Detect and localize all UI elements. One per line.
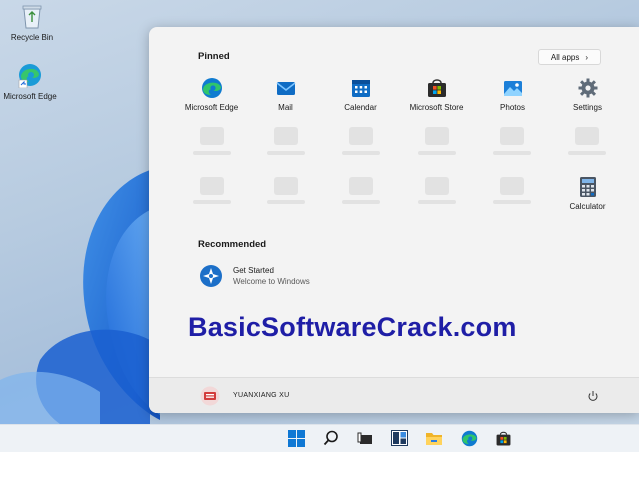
- pinned-app-label: Settings: [573, 103, 602, 112]
- pinned-app-photos[interactable]: Photos: [475, 77, 550, 121]
- store-icon: [427, 79, 446, 97]
- pinned-app-calendar[interactable]: Calendar: [323, 77, 398, 121]
- recycle-bin-icon: [22, 5, 42, 29]
- placeholder-tile: [274, 127, 298, 145]
- taskbar: [0, 424, 639, 452]
- pinned-app-label: Microsoft Store: [409, 103, 464, 112]
- edge-icon: [201, 78, 222, 98]
- placeholder-tile: [500, 127, 524, 145]
- taskbar-edge-button[interactable]: [458, 428, 480, 448]
- edge-icon: [461, 430, 477, 446]
- search-icon: [323, 430, 338, 446]
- placeholder-tile: [349, 127, 373, 145]
- all-apps-button[interactable]: All apps ›: [538, 49, 601, 65]
- placeholder-tile: [200, 127, 224, 145]
- gear-icon: [578, 78, 597, 98]
- placeholder-label: [342, 200, 380, 204]
- taskbar-store-button[interactable]: [492, 428, 514, 448]
- start-button[interactable]: [285, 428, 307, 448]
- placeholder-label: [418, 200, 456, 204]
- desktop-icon-label: Recycle Bin: [10, 33, 54, 42]
- placeholder-label: [418, 151, 456, 155]
- placeholder-label: [193, 200, 231, 204]
- placeholder-label: [493, 151, 531, 155]
- file-explorer-icon: [426, 433, 442, 445]
- placeholder-tile: [575, 127, 599, 145]
- desktop-icon-recycle-bin[interactable]: Recycle Bin: [4, 3, 60, 42]
- placeholder-tile: [349, 177, 373, 195]
- pinned-app-mail[interactable]: Mail: [248, 77, 323, 121]
- watermark-text: BasicSoftwareCrack.com: [188, 312, 517, 342]
- pinned-app-label: Photos: [500, 103, 525, 112]
- pinned-app-edge[interactable]: Microsoft Edge: [174, 77, 249, 121]
- task-view-icon: [357, 432, 372, 444]
- chevron-right-icon: ›: [585, 52, 589, 62]
- recommended-item-subtitle: Welcome to Windows: [233, 277, 310, 286]
- store-icon: [496, 431, 510, 445]
- photos-icon: [503, 81, 522, 96]
- all-apps-label: All apps: [550, 52, 580, 62]
- pinned-app-store[interactable]: Microsoft Store: [399, 77, 474, 121]
- file-explorer-button[interactable]: [423, 428, 445, 448]
- calendar-icon: [351, 80, 370, 97]
- mail-icon: [276, 82, 295, 95]
- desktop-icon-label: Microsoft Edge: [3, 92, 57, 101]
- recommended-item-title: Get Started: [233, 266, 274, 275]
- placeholder-tile: [500, 177, 524, 195]
- placeholder-tile: [274, 177, 298, 195]
- placeholder-label: [568, 151, 606, 155]
- start-menu: Pinned All apps › Microsoft Edge Mail Ca…: [149, 27, 639, 413]
- calculator-icon: [579, 177, 596, 197]
- start-menu-footer: YUANXIANG XU: [149, 377, 639, 413]
- user-name[interactable]: YUANXIANG XU: [233, 392, 290, 399]
- start-icon: [287, 429, 305, 447]
- search-button[interactable]: [320, 428, 342, 448]
- get-started-icon: [200, 265, 222, 287]
- power-icon[interactable]: [587, 390, 599, 402]
- task-view-button[interactable]: [354, 428, 376, 448]
- widgets-button[interactable]: [388, 428, 410, 448]
- placeholder-tile: [425, 127, 449, 145]
- placeholder-label: [267, 200, 305, 204]
- placeholder-tile: [425, 177, 449, 195]
- placeholder-label: [267, 151, 305, 155]
- pinned-app-label: Microsoft Edge: [184, 103, 239, 112]
- pinned-app-calculator[interactable]: Calculator: [550, 176, 625, 220]
- placeholder-label: [342, 151, 380, 155]
- pinned-app-settings[interactable]: Settings: [550, 77, 625, 121]
- pinned-app-label: Calendar: [344, 103, 377, 112]
- pinned-title: Pinned: [198, 51, 230, 62]
- placeholder-label: [493, 200, 531, 204]
- desktop-icon-edge[interactable]: Microsoft Edge: [2, 62, 58, 101]
- desktop: Recycle Bin Microsoft Edge Pinned All ap…: [0, 0, 639, 424]
- widgets-icon: [390, 430, 408, 446]
- avatar[interactable]: [200, 386, 220, 406]
- placeholder-label: [193, 151, 231, 155]
- recommended-title: Recommended: [198, 239, 267, 250]
- pinned-app-label: Mail: [278, 103, 293, 112]
- pinned-app-label: Calculator: [569, 202, 606, 211]
- edge-icon: [18, 64, 41, 89]
- placeholder-tile: [200, 177, 224, 195]
